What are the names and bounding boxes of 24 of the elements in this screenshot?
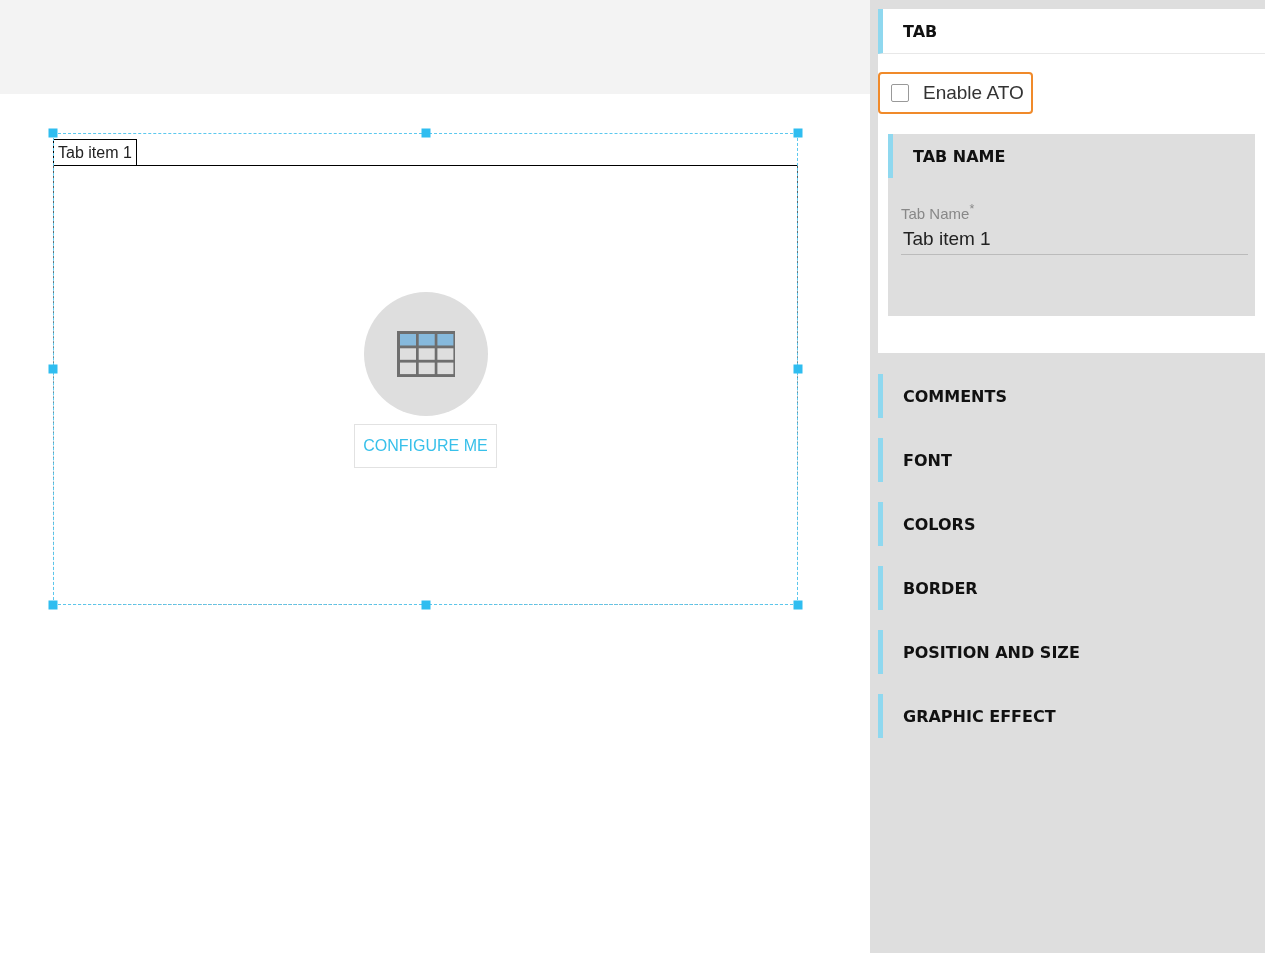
section-header[interactable]: FONT bbox=[878, 438, 1265, 482]
resize-handle[interactable] bbox=[421, 128, 430, 138]
resize-handle[interactable] bbox=[48, 364, 58, 374]
section-header[interactable]: COLORS bbox=[878, 502, 1265, 546]
resize-handle[interactable] bbox=[793, 128, 803, 138]
section-header[interactable]: GRAPHIC EFFECT bbox=[878, 694, 1265, 738]
section-title: TAB NAME bbox=[913, 146, 1006, 166]
resize-handle[interactable] bbox=[793, 600, 803, 610]
resize-handle[interactable] bbox=[421, 600, 430, 610]
resize-handle[interactable] bbox=[48, 600, 58, 610]
resize-handle[interactable] bbox=[793, 364, 803, 374]
tab-name-field[interactable]: Tab Name$^{*}$ Tab item 1 bbox=[901, 202, 1248, 255]
section-header[interactable]: POSITION AND SIZE bbox=[878, 630, 1265, 674]
panel-title: TAB bbox=[903, 21, 938, 41]
resize-handle[interactable] bbox=[48, 128, 58, 138]
field-value: Tab item 1 bbox=[902, 228, 992, 250]
required-mark: * bbox=[969, 202, 975, 216]
section-header[interactable]: COMMENTS bbox=[878, 374, 1265, 418]
tab[interactable]: Tab item 1 bbox=[53, 139, 137, 165]
table-icon bbox=[395, 330, 456, 378]
checkbox[interactable] bbox=[891, 84, 909, 102]
section-header[interactable]: BORDER bbox=[878, 566, 1265, 610]
enable-ato-checkbox[interactable]: Enable ATO bbox=[878, 72, 1033, 114]
field-label: Tab Name bbox=[901, 205, 970, 222]
